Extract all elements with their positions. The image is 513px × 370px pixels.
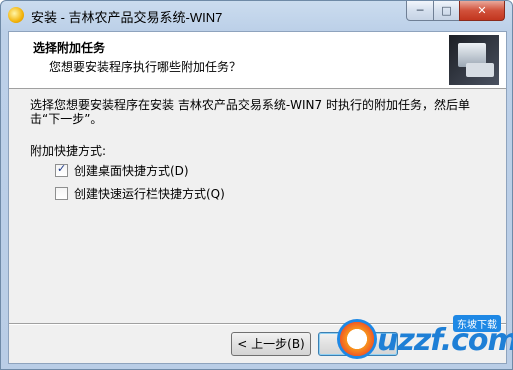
shortcut-group-label: 附加快捷方式: xyxy=(30,144,107,158)
quicklaunch-shortcut-checkbox[interactable] xyxy=(55,187,68,200)
minimize-button[interactable]: ─ xyxy=(406,1,434,21)
desktop-shortcut-label[interactable]: 创建桌面快捷方式(D) xyxy=(74,162,189,179)
task-description: 选择您想要安装程序在安装 吉林农产品交易系统-WIN7 时执行的附加任务，然后单… xyxy=(30,98,470,126)
watermark-tag: 东坡下载 xyxy=(453,315,501,332)
watermark-logo-icon xyxy=(337,319,377,359)
quicklaunch-shortcut-label[interactable]: 创建快速运行栏快捷方式(Q) xyxy=(74,185,225,202)
installer-computer-icon xyxy=(449,35,499,85)
maximize-button[interactable]: □ xyxy=(433,1,460,21)
wizard-header: 选择附加任务 您想要安装程序执行哪些附加任务？ xyxy=(9,32,506,89)
page-title: 选择附加任务 xyxy=(33,41,106,55)
app-logo-icon xyxy=(8,7,24,23)
wizard-content: 选择您想要安装程序在安装 吉林农产品交易系统-WIN7 时执行的附加任务，然后单… xyxy=(21,98,491,205)
desktop-shortcut-checkbox[interactable] xyxy=(55,162,68,177)
close-button[interactable]: ✕ xyxy=(459,1,505,21)
page-subtitle: 您想要安装程序执行哪些附加任务？ xyxy=(49,60,242,74)
back-button[interactable]: < 上一步(B) xyxy=(231,332,311,356)
option-quicklaunch-shortcut[interactable]: 创建快速运行栏快捷方式(Q) xyxy=(21,184,491,205)
box-shape xyxy=(466,63,494,77)
option-desktop-shortcut[interactable]: 创建桌面快捷方式(D) xyxy=(21,161,491,182)
window-title: 安装 - 吉林农产品交易系统-WIN7 xyxy=(31,10,223,25)
title-bar[interactable]: 安装 - 吉林农产品交易系统-WIN7 ─ □ ✕ xyxy=(1,1,512,31)
site-watermark: uzzf.com 东坡下载 xyxy=(335,315,513,365)
